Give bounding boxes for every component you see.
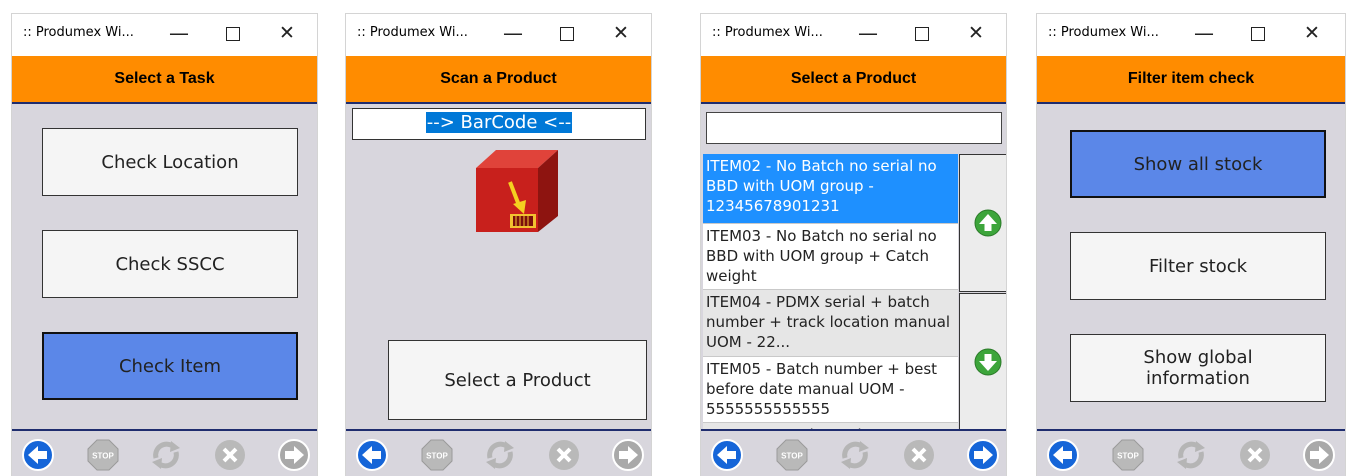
cancel-icon[interactable]	[213, 438, 247, 472]
forward-arrow-icon[interactable]	[611, 438, 645, 472]
cancel-icon[interactable]	[547, 438, 581, 472]
cancel-icon[interactable]	[902, 438, 936, 472]
content-area: ITEM02 - No Batch no serial no BBD with …	[701, 104, 1006, 431]
back-arrow-icon[interactable]	[21, 438, 55, 472]
svg-text:STOP: STOP	[426, 452, 448, 461]
filter-stock-button[interactable]: Filter stock	[1070, 232, 1326, 300]
content-area: --> BarCode <-- Select a Product	[346, 104, 651, 429]
window-title: :: Produmex Wi...	[712, 25, 823, 40]
scroll-down-button[interactable]	[959, 293, 1006, 431]
stop-icon[interactable]: STOP	[86, 438, 120, 472]
window-scan-product: :: Produmex Wi... — ✕ Scan a Product -->…	[345, 13, 652, 476]
product-list[interactable]: ITEM02 - No Batch no serial no BBD with …	[703, 154, 958, 431]
refresh-icon[interactable]	[149, 438, 183, 472]
show-global-information-button[interactable]: Show global information	[1070, 334, 1326, 402]
refresh-icon[interactable]	[483, 438, 517, 472]
list-item[interactable]: ITEM03 - No Batch no serial no BBD with …	[703, 224, 958, 290]
check-sscc-button[interactable]: Check SSCC	[42, 230, 298, 298]
content-area: Show all stock Filter stock Show global …	[1037, 104, 1345, 429]
close-button[interactable]: ✕	[270, 18, 304, 50]
close-button[interactable]: ✕	[604, 18, 638, 50]
red-box-barcode-icon	[476, 150, 558, 232]
maximize-button[interactable]	[1241, 18, 1275, 50]
footer-toolbar: STOP	[346, 429, 651, 476]
footer-toolbar: STOP	[701, 429, 1006, 476]
svg-text:STOP: STOP	[781, 452, 803, 461]
refresh-icon[interactable]	[1174, 438, 1208, 472]
footer-toolbar: STOP	[12, 429, 317, 476]
select-product-button[interactable]: Select a Product	[388, 340, 647, 420]
window-title: :: Produmex Wi...	[23, 25, 134, 40]
forward-arrow-icon[interactable]	[966, 438, 1000, 472]
back-arrow-icon[interactable]	[710, 438, 744, 472]
check-item-button[interactable]: Check Item	[42, 332, 298, 400]
window-select-task: :: Produmex Wi... — ✕ Select a Task Chec…	[11, 13, 318, 476]
screen-header: Scan a Product	[346, 56, 651, 104]
check-location-button[interactable]: Check Location	[42, 128, 298, 196]
barcode-text: --> BarCode <--	[425, 112, 573, 133]
title-bar: :: Produmex Wi... — ✕	[701, 14, 1006, 56]
screen-header: Select a Product	[701, 56, 1006, 104]
window-title: :: Produmex Wi...	[1048, 25, 1159, 40]
cancel-icon[interactable]	[1238, 438, 1272, 472]
window-filter-item-check: :: Produmex Wi... — ✕ Filter item check …	[1036, 13, 1346, 476]
window-select-product: :: Produmex Wi... — ✕ Select a Product I…	[700, 13, 1007, 476]
title-bar: :: Produmex Wi... — ✕	[12, 14, 317, 56]
barcode-input[interactable]: --> BarCode <--	[352, 108, 646, 140]
minimize-button[interactable]: —	[851, 18, 885, 50]
show-all-stock-button[interactable]: Show all stock	[1070, 130, 1326, 198]
svg-text:STOP: STOP	[1117, 452, 1139, 461]
green-up-arrow-icon	[974, 209, 1002, 237]
window-title: :: Produmex Wi...	[357, 25, 468, 40]
back-arrow-icon[interactable]	[1046, 438, 1080, 472]
forward-arrow-icon[interactable]	[277, 438, 311, 472]
stop-icon[interactable]: STOP	[1111, 438, 1145, 472]
minimize-button[interactable]: —	[496, 18, 530, 50]
title-bar: :: Produmex Wi... — ✕	[1037, 14, 1345, 56]
minimize-button[interactable]: —	[162, 18, 196, 50]
title-bar: :: Produmex Wi... — ✕	[346, 14, 651, 56]
search-input[interactable]	[706, 112, 1002, 144]
green-down-arrow-icon	[974, 348, 1002, 376]
stop-icon[interactable]: STOP	[775, 438, 809, 472]
svg-text:STOP: STOP	[92, 452, 114, 461]
list-item[interactable]: ITEM04 - PDMX serial + batch number + tr…	[703, 290, 958, 357]
maximize-button[interactable]	[216, 18, 250, 50]
close-button[interactable]: ✕	[959, 18, 993, 50]
forward-arrow-icon[interactable]	[1302, 438, 1336, 472]
minimize-button[interactable]: —	[1187, 18, 1221, 50]
list-item[interactable]: ITEM05 - Batch number + best before date…	[703, 357, 958, 423]
maximize-button[interactable]	[905, 18, 939, 50]
refresh-icon[interactable]	[838, 438, 872, 472]
footer-toolbar: STOP	[1037, 429, 1345, 476]
close-button[interactable]: ✕	[1295, 18, 1329, 50]
stop-icon[interactable]: STOP	[420, 438, 454, 472]
screen-header: Select a Task	[12, 56, 317, 104]
list-item[interactable]: ITEM02 - No Batch no serial no BBD with …	[703, 154, 958, 224]
screen-header: Filter item check	[1037, 56, 1345, 104]
maximize-button[interactable]	[550, 18, 584, 50]
back-arrow-icon[interactable]	[355, 438, 389, 472]
scroll-up-button[interactable]	[959, 154, 1006, 292]
content-area: Check Location Check SSCC Check Item	[12, 104, 317, 429]
